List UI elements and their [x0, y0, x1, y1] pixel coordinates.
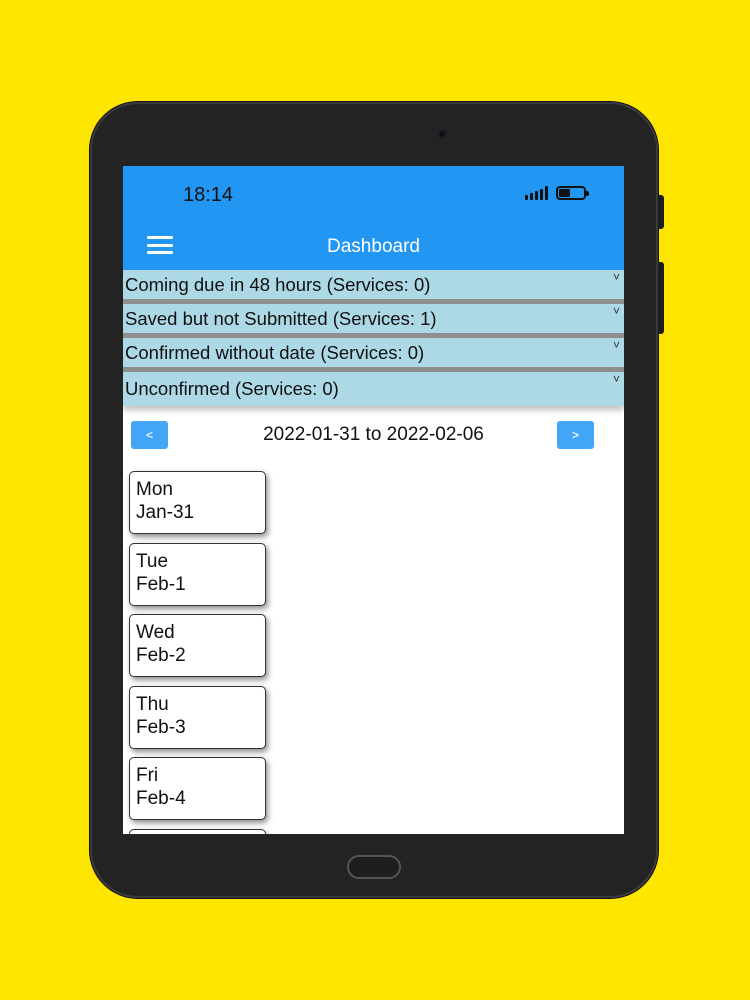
chevron-down-icon: ˅	[612, 304, 620, 318]
status-icons	[525, 186, 589, 200]
app-screen: 18:14 Dashboard Coming due in 48 hours (…	[123, 166, 624, 834]
page-title: Dashboard	[327, 236, 420, 257]
day-date: Feb-1	[136, 573, 186, 595]
day-list: Mon Jan-31 Tue Feb-1 Wed Feb-2 Thu Feb-3…	[123, 466, 624, 834]
home-button[interactable]	[347, 855, 401, 879]
signal-icon	[525, 186, 548, 200]
status-time: 18:14	[183, 184, 234, 206]
day-card-fri[interactable]: Fri Feb-4	[129, 757, 266, 820]
section-saved-not-submitted[interactable]: Saved but not Submitted (Services: 1) ˅	[123, 304, 624, 338]
day-card-tue[interactable]: Tue Feb-1	[129, 542, 266, 606]
volume-down-button	[658, 262, 664, 334]
day-date: Feb-4	[136, 788, 186, 809]
day-weekday: Tue	[136, 550, 169, 572]
section-confirmed-without-date[interactable]: Confirmed without date (Services: 0) ˅	[123, 338, 624, 372]
day-weekday: Mon	[136, 479, 173, 500]
volume-up-button	[658, 195, 664, 229]
day-card-wed[interactable]: Wed Feb-2	[129, 614, 266, 677]
day-card-thu[interactable]: Thu Feb-3	[129, 685, 266, 749]
section-label: Coming due in 48 hours (Services: 0)	[125, 273, 431, 295]
day-card-mon[interactable]: Mon Jan-31	[129, 471, 266, 534]
day-date: Feb-3	[136, 716, 186, 738]
day-weekday: Wed	[136, 622, 175, 643]
week-navigator: < 2022-01-31 to 2022-02-06 >	[123, 406, 624, 466]
day-date: Feb-2	[136, 645, 186, 666]
battery-icon	[556, 186, 589, 200]
chevron-down-icon: ˅	[612, 270, 620, 284]
app-bar: 18:14 Dashboard	[123, 166, 624, 270]
section-label: Saved but not Submitted (Services: 1)	[125, 307, 437, 329]
chevron-down-icon: ˅	[612, 372, 620, 386]
section-label: Unconfirmed (Services: 0)	[125, 378, 339, 399]
chevron-right-icon: >	[571, 428, 579, 442]
day-card-partial[interactable]	[129, 828, 266, 834]
day-weekday: Fri	[136, 765, 159, 786]
week-range: 2022-01-31 to 2022-02-06	[263, 424, 484, 445]
camera-icon	[438, 130, 446, 138]
section-coming-due[interactable]: Coming due in 48 hours (Services: 0) ˅	[123, 270, 624, 304]
next-week-button[interactable]: >	[557, 421, 594, 449]
day-date: Jan-31	[136, 502, 195, 523]
chevron-down-icon: ˅	[612, 338, 620, 352]
day-weekday: Thu	[136, 693, 169, 715]
section-list: Coming due in 48 hours (Services: 0) ˅ S…	[123, 270, 624, 406]
section-unconfirmed[interactable]: Unconfirmed (Services: 0) ˅	[123, 372, 624, 406]
section-label: Confirmed without date (Services: 0)	[125, 341, 425, 363]
